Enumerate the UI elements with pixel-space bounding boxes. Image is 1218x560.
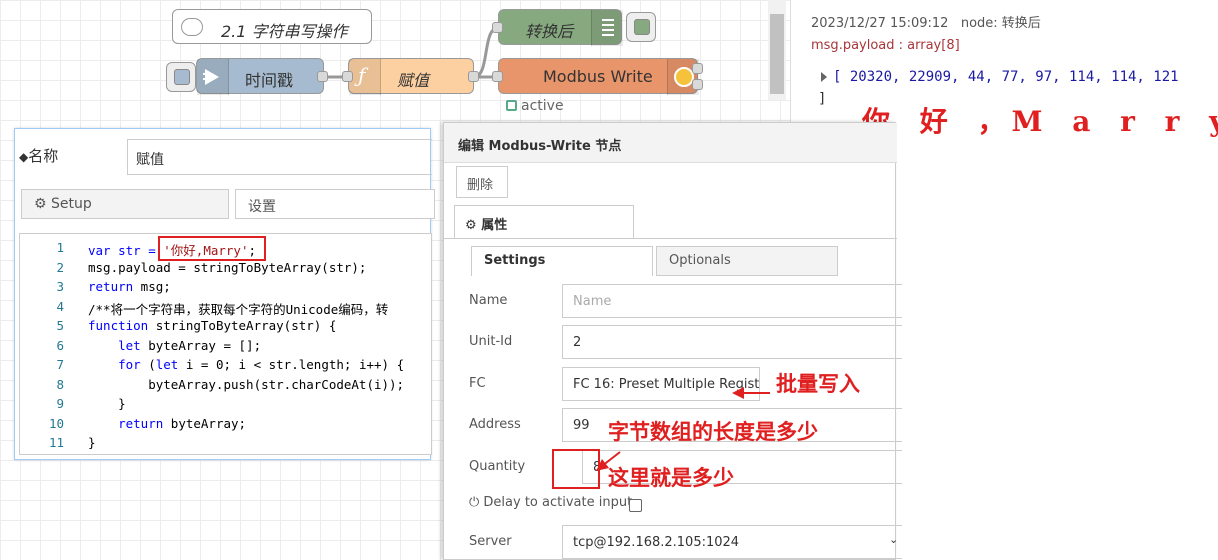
name-input[interactable]: Name: [562, 284, 902, 318]
fc-label: FC: [469, 376, 486, 391]
timestamp-node-label: 时间戳: [245, 71, 294, 90]
comment-label: 2.1 字符串写操作: [221, 22, 348, 41]
comment-icon: [181, 18, 203, 36]
function-icon: ƒ: [349, 59, 381, 95]
name-label: Name: [469, 293, 508, 308]
address-label: Address: [469, 417, 521, 432]
modbus-write-node[interactable]: Modbus Write: [498, 58, 699, 95]
unit-id-input[interactable]: 2: [562, 325, 902, 359]
canvas-scrollbar[interactable]: [768, 0, 786, 100]
code-editor[interactable]: 1 2 3 4 5 6 7 8 9 10 11 var str = '你好,Ma…: [19, 233, 432, 455]
line-number: 7: [56, 357, 64, 372]
debug-toggle-button[interactable]: [626, 12, 656, 42]
modbus-node-label: Modbus Write: [543, 67, 653, 86]
gear-icon: ⚙: [465, 218, 482, 233]
tab-optionals[interactable]: Optionals: [656, 246, 838, 276]
quantity-annotation: 这里就是多少: [608, 465, 734, 490]
gear-icon: ⚙: [34, 196, 52, 212]
converted-node-label: 转换后: [525, 22, 574, 41]
tab-properties[interactable]: ⚙ 属性: [454, 205, 634, 239]
converted-debug-node[interactable]: 转换后: [498, 9, 623, 46]
converted-input-port[interactable]: [492, 22, 503, 33]
tab-settings-sub[interactable]: Settings: [471, 246, 653, 276]
string-highlight-box: [158, 236, 266, 261]
code-line: }: [88, 396, 126, 411]
delay-label: ⏻ Delay to activate input: [469, 495, 633, 510]
code-line: function stringToByteArray(str) {: [88, 318, 337, 333]
divider: [444, 238, 897, 239]
comment-node[interactable]: 2.1 字符串写操作: [172, 9, 372, 44]
debug-payload-type: msg.payload : array[8]: [811, 38, 960, 53]
line-number: 4: [56, 298, 64, 314]
power-icon: ⏻: [469, 495, 484, 510]
timestamp-output-port[interactable]: [317, 71, 328, 82]
modbus-output-port-1[interactable]: [692, 63, 703, 74]
line-number: 5: [56, 318, 64, 333]
line-number: 2: [56, 259, 64, 275]
line-number: 10: [48, 415, 64, 431]
delete-button[interactable]: 删除: [456, 166, 508, 198]
arrow-right-icon: [197, 59, 229, 95]
delay-checkbox[interactable]: [629, 499, 642, 512]
modbus-status: active: [506, 98, 564, 114]
code-line: return byteArray;: [118, 415, 247, 431]
tag-icon: ◆: [19, 150, 29, 164]
name-label: ◆名称: [19, 147, 59, 165]
function-editor-panel: ◆名称 赋值 ⚙ Setup 设置 1 2 3 4 5 6 7 8 9 10 1…: [14, 128, 435, 460]
modbus-editor-panel: 编辑 Modbus-Write 节点 删除 ⚙ 属性 Settings Opti…: [443, 122, 902, 560]
server-select[interactable]: tcp@192.168.2.105:1024: [562, 525, 902, 559]
fc-select[interactable]: FC 16: Preset Multiple Registers: [562, 367, 760, 401]
server-label: Server: [469, 534, 512, 549]
code-line: byteArray.push(str.charCodeAt(i));: [88, 376, 405, 392]
server-row: Server tcp@192.168.2.105:1024 ⌄: [469, 525, 902, 559]
editor-title: 编辑 Modbus-Write 节点: [444, 123, 897, 163]
list-icon: [591, 10, 623, 46]
function-tabs: ⚙ Setup 设置: [21, 189, 435, 219]
chevron-down-icon: ⌄: [889, 533, 899, 546]
assign-input-port[interactable]: [342, 71, 353, 82]
timestamp-node[interactable]: 时间戳: [196, 58, 324, 95]
tab-settings[interactable]: 设置: [235, 189, 435, 219]
code-line: }: [88, 435, 96, 450]
unit-id-label: Unit-Id: [469, 334, 513, 349]
quantity-highlight-box: [552, 449, 600, 489]
name-row: Name Name: [469, 284, 902, 318]
inject-button[interactable]: [166, 62, 196, 92]
batch-write-annotation: 批量写入: [776, 371, 860, 396]
assign-node-label: 赋值: [397, 71, 430, 90]
modbus-output-port-2[interactable]: [692, 79, 703, 90]
byte-length-annotation: 字节数组的长度是多少: [608, 419, 818, 444]
code-line: for (let i = 0; i < str.length; i++) {: [118, 357, 405, 372]
code-line: msg.payload = stringToByteArray(str);: [88, 259, 367, 275]
tab-setup[interactable]: ⚙ Setup: [21, 189, 229, 219]
modbus-input-port[interactable]: [492, 71, 503, 82]
debug-array: [ 20320, 22909, 44, 77, 97, 114, 114, 12…: [833, 69, 1179, 85]
line-number: 1: [56, 240, 64, 255]
line-number: 8: [56, 376, 64, 392]
unit-id-row: Unit-Id 2: [469, 325, 902, 359]
status-dot-icon: [506, 100, 517, 111]
line-number: 11: [48, 435, 64, 450]
assign-function-node[interactable]: ƒ 赋值: [348, 58, 474, 95]
debug-meta: 2023/12/27 15:09:12 node: 转换后: [811, 16, 1041, 31]
name-row: ◆名称 赋值: [15, 135, 432, 175]
code-line: let byteArray = [];: [118, 337, 262, 353]
name-input[interactable]: 赋值: [127, 139, 432, 175]
line-number: 9: [56, 396, 64, 411]
delay-row: ⏻ Delay to activate input: [469, 493, 899, 527]
assign-output-port[interactable]: [468, 71, 479, 82]
status-text: active: [521, 98, 564, 114]
debug-array-close: ]: [818, 91, 827, 107]
code-line: /**将一个字符串，获取每个字符的Unicode编码，转: [88, 301, 389, 317]
expand-caret-icon[interactable]: [821, 72, 827, 82]
quantity-label: Quantity: [469, 459, 526, 474]
line-number: 6: [56, 337, 64, 353]
line-number: 3: [56, 279, 64, 294]
code-line: return msg;: [88, 279, 171, 294]
decoded-string-annotation: 你 好 ，M a r r y: [862, 105, 1218, 138]
